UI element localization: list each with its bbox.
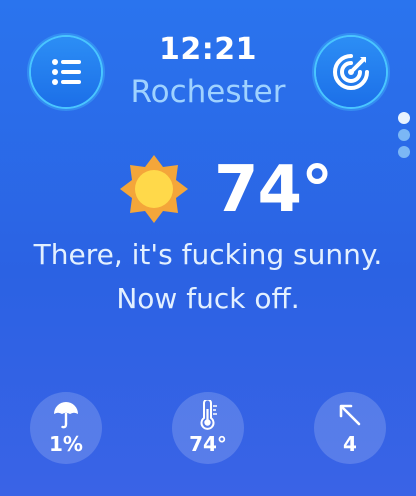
wind-value: 4: [343, 432, 357, 456]
sun-icon: [120, 155, 188, 223]
weather-message: There, it's fucking sunny. Now fuck off.: [33, 238, 383, 315]
feels-like-value: 74°: [189, 432, 227, 456]
current-temperature: 74°: [214, 153, 333, 227]
wind-direction-arrow-icon: [339, 404, 361, 426]
page-dot-2: [398, 129, 410, 141]
weather-screen: 12:21 Rochester 74° There, it's fucking …: [0, 0, 416, 496]
radar-button[interactable]: [316, 37, 386, 107]
page-dot-3: [398, 146, 410, 158]
wind-stat[interactable]: 4: [314, 392, 386, 464]
umbrella-icon: [54, 402, 78, 429]
feels-like-stat[interactable]: 74°: [172, 392, 244, 464]
radar-icon: [333, 54, 369, 90]
page-indicator[interactable]: [398, 112, 410, 158]
page-dot-1: [398, 112, 410, 124]
precipitation-value: 1%: [49, 432, 83, 456]
thermometer-icon: [200, 400, 217, 430]
precipitation-stat[interactable]: 1%: [30, 392, 102, 464]
